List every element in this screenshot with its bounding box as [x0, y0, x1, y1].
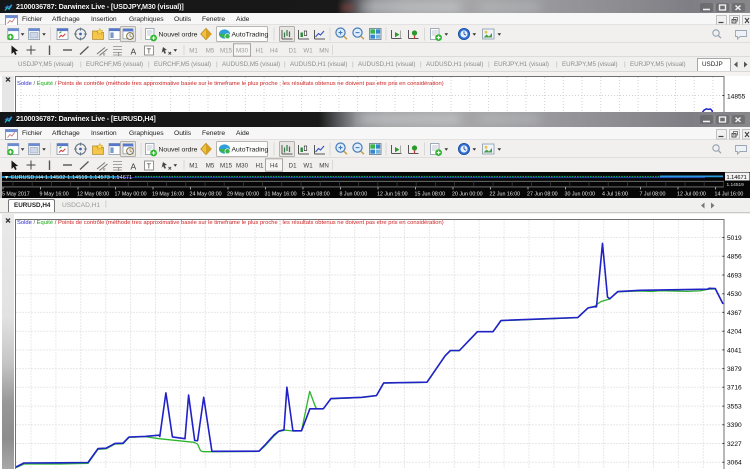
svg-text:W1: W1 [303, 48, 313, 55]
svg-text:Nouvel ordre: Nouvel ordre [159, 32, 198, 39]
svg-text:19 May 16:00: 19 May 16:00 [152, 192, 184, 198]
svg-text:12 May 08:00: 12 May 08:00 [77, 192, 109, 198]
svg-text:24 May 08:00: 24 May 08:00 [190, 192, 222, 198]
svg-text:M1: M1 [189, 48, 198, 55]
svg-text:AutoTrading: AutoTrading [232, 147, 269, 154]
svg-text:4 Jul 16:00: 4 Jul 16:00 [602, 192, 628, 198]
svg-text:20 Jun 00:00: 20 Jun 00:00 [452, 192, 483, 198]
svg-text:1.14519: 1.14519 [727, 182, 745, 188]
svg-text:3390: 3390 [727, 422, 742, 429]
svg-text:31 May 16:00: 31 May 16:00 [265, 192, 297, 198]
svg-text:M5: M5 [206, 163, 215, 170]
svg-text:e: e [103, 52, 106, 57]
svg-text:H4: H4 [270, 48, 278, 55]
svg-text:4041: 4041 [727, 347, 742, 354]
svg-text:A: A [131, 162, 137, 172]
svg-text:M5: M5 [206, 48, 215, 55]
svg-text:M15: M15 [220, 48, 233, 55]
svg-text:5 May 2017: 5 May 2017 [2, 192, 30, 198]
svg-text:14 Jul 16:00: 14 Jul 16:00 [715, 192, 744, 198]
svg-text:3227: 3227 [727, 441, 742, 448]
svg-text:3553: 3553 [727, 404, 742, 411]
svg-text:▼ EURUSD,H4 1.14502 1.14519 1.: ▼ EURUSD,H4 1.14502 1.14519 1.14573 1.14… [4, 175, 132, 181]
svg-text:W1: W1 [303, 163, 313, 170]
svg-text:H1: H1 [256, 48, 264, 55]
svg-text:14855: 14855 [727, 94, 746, 101]
svg-text:3716: 3716 [727, 385, 742, 392]
svg-text:4204: 4204 [727, 329, 742, 336]
svg-text:7 Jul 08:00: 7 Jul 08:00 [640, 192, 666, 198]
svg-text:4856: 4856 [727, 254, 742, 261]
svg-text:AutoTrading: AutoTrading [232, 32, 269, 39]
svg-text:H1: H1 [256, 163, 264, 170]
svg-text:3064: 3064 [727, 460, 742, 467]
svg-text:T: T [147, 164, 152, 171]
svg-text:T: T [147, 49, 152, 56]
svg-text:3879: 3879 [727, 366, 742, 373]
svg-text:M30: M30 [236, 48, 249, 55]
svg-text:8 Jun 00:00: 8 Jun 00:00 [340, 192, 368, 198]
svg-text:M30: M30 [236, 163, 249, 170]
svg-text:MN: MN [319, 48, 329, 55]
svg-text:5 Jun 08:00: 5 Jun 08:00 [302, 192, 330, 198]
svg-text:4530: 4530 [727, 291, 742, 298]
svg-text:D1: D1 [289, 48, 297, 55]
svg-text:30 Jun 00:00: 30 Jun 00:00 [565, 192, 596, 198]
svg-text:H4: H4 [270, 163, 278, 170]
svg-text:27 Jun 08:00: 27 Jun 08:00 [527, 192, 558, 198]
svg-text:Nouvel ordre: Nouvel ordre [159, 147, 198, 154]
svg-text:22 Jun 16:00: 22 Jun 16:00 [490, 192, 521, 198]
svg-text:A: A [131, 47, 137, 57]
svg-text:4367: 4367 [727, 310, 742, 317]
svg-text:12 Jul 00:00: 12 Jul 00:00 [677, 192, 706, 198]
svg-text:D1: D1 [289, 163, 297, 170]
svg-text:MN: MN [319, 163, 329, 170]
svg-text:4693: 4693 [727, 272, 742, 279]
svg-text:1.14671: 1.14671 [727, 175, 747, 181]
svg-text:15 Jun 08:00: 15 Jun 08:00 [415, 192, 446, 198]
svg-text:17 May 00:00: 17 May 00:00 [115, 192, 147, 198]
svg-text:M1: M1 [189, 163, 198, 170]
svg-text:M15: M15 [220, 163, 233, 170]
svg-text:29 May 00:00: 29 May 00:00 [227, 192, 259, 198]
svg-text:12 Jun 16:00: 12 Jun 16:00 [377, 192, 408, 198]
svg-text:e: e [103, 167, 106, 172]
svg-text:9 May 16:00: 9 May 16:00 [40, 192, 69, 198]
svg-text:5019: 5019 [727, 235, 742, 242]
